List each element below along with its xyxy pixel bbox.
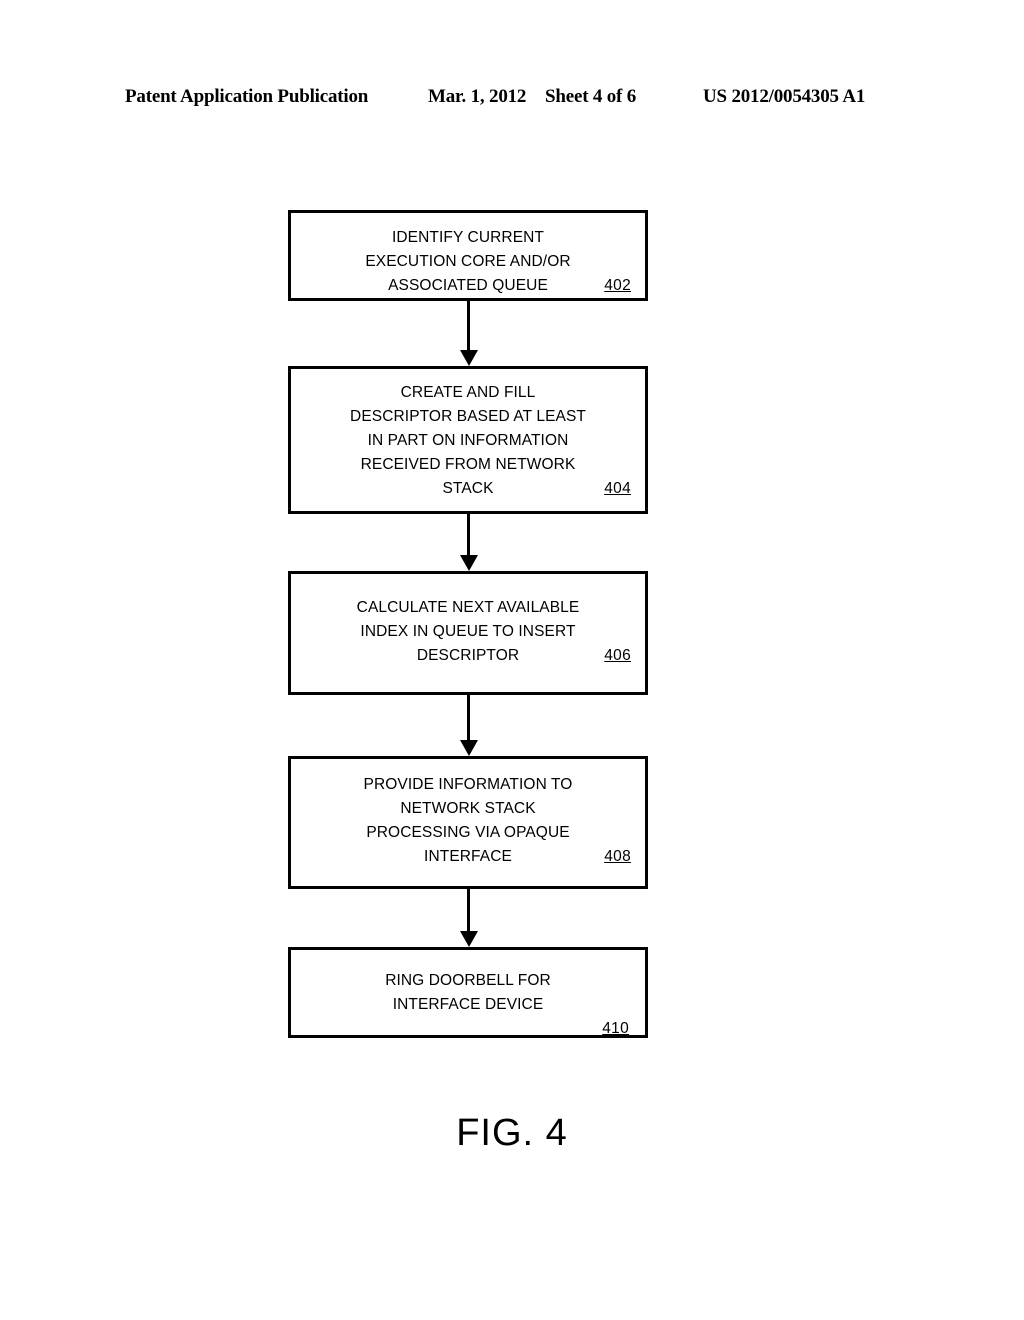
flowchart-node-410-ref-row: 410 <box>305 1017 631 1041</box>
arrow-head-icon <box>459 740 478 756</box>
flowchart-node-410: RING DOORBELL FOR INTERFACE DEVICE 410 <box>288 947 648 1038</box>
flowchart-node-410-body: RING DOORBELL FOR INTERFACE DEVICE 410 <box>291 950 645 1041</box>
flowchart-node-404-line: IN PART ON INFORMATION <box>367 432 569 449</box>
flowchart-node-406-body: CALCULATE NEXT AVAILABLE INDEX IN QUEUE … <box>291 574 645 668</box>
flowchart-node-404-line: CREATE AND FILL <box>400 384 536 401</box>
flowchart-node-402-line: ASSOCIATED QUEUE <box>388 277 548 294</box>
flowchart-node-404-line: STACK <box>442 480 494 497</box>
flowchart-node-408-line: NETWORK STACK <box>400 800 536 817</box>
flowchart-node-408: PROVIDE INFORMATION TO NETWORK STACK PRO… <box>288 756 648 889</box>
reference-numeral-404: 404 <box>604 480 631 497</box>
arrow-shaft <box>467 695 470 742</box>
flowchart-node-402-last-row: ASSOCIATED QUEUE 402 <box>305 274 631 298</box>
flowchart-node-404-last-row: STACK 404 <box>305 477 631 501</box>
flowchart-node-402: IDENTIFY CURRENT EXECUTION CORE AND/OR A… <box>288 210 648 301</box>
flowchart-node-406-line: CALCULATE NEXT AVAILABLE <box>356 599 580 616</box>
arrow-head-icon <box>459 555 478 571</box>
flowchart-node-404-body: CREATE AND FILL DESCRIPTOR BASED AT LEAS… <box>291 369 645 501</box>
figure-caption: FIG. 4 <box>456 1112 568 1154</box>
flowchart-node-404-line: DESCRIPTOR BASED AT LEAST <box>350 408 586 425</box>
reference-numeral-408: 408 <box>604 848 631 865</box>
reference-numeral-406: 406 <box>604 647 631 664</box>
flowchart-node-404-line: RECEIVED FROM NETWORK <box>360 456 576 473</box>
arrow-head-icon <box>459 931 478 947</box>
flowchart-node-402-line: IDENTIFY CURRENT <box>391 229 544 246</box>
flowchart-node-408-last-row: INTERFACE 408 <box>305 845 631 869</box>
flowchart-node-408-line: PROCESSING VIA OPAQUE <box>366 824 570 841</box>
arrow-head-icon <box>459 350 478 366</box>
flowchart-node-404: CREATE AND FILL DESCRIPTOR BASED AT LEAS… <box>288 366 648 514</box>
flowchart-node-406: CALCULATE NEXT AVAILABLE INDEX IN QUEUE … <box>288 571 648 695</box>
connector-arrow-402-to-404 <box>459 301 478 366</box>
flowchart-node-408-body: PROVIDE INFORMATION TO NETWORK STACK PRO… <box>291 759 645 869</box>
flowchart-node-410-line: INTERFACE DEVICE <box>392 996 544 1013</box>
reference-numeral-402: 402 <box>604 277 631 294</box>
flowchart-node-402-line: EXECUTION CORE AND/OR <box>365 253 571 270</box>
arrow-shaft <box>467 889 470 933</box>
reference-numeral-410: 410 <box>602 1020 629 1037</box>
arrow-shaft <box>467 301 470 352</box>
flowchart-node-402-body: IDENTIFY CURRENT EXECUTION CORE AND/OR A… <box>291 213 645 298</box>
flowchart-node-406-last-row: DESCRIPTOR 406 <box>305 644 631 668</box>
flowchart-node-406-line: INDEX IN QUEUE TO INSERT <box>360 623 576 640</box>
connector-arrow-408-to-410 <box>459 889 478 947</box>
connector-arrow-404-to-406 <box>459 514 478 571</box>
flowchart-node-406-line: DESCRIPTOR <box>416 647 520 664</box>
flowchart-node-410-line: RING DOORBELL FOR <box>385 972 551 989</box>
flowchart-node-408-line: INTERFACE <box>424 848 512 865</box>
arrow-shaft <box>467 514 470 557</box>
flowchart-node-408-line: PROVIDE INFORMATION TO <box>363 776 573 793</box>
connector-arrow-406-to-408 <box>459 695 478 756</box>
